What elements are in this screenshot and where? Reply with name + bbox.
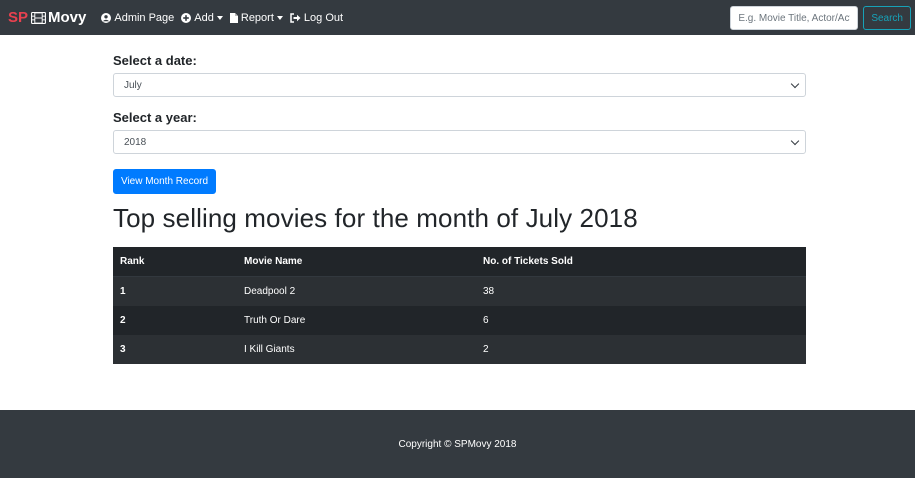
nav-admin-page-label: Admin Page bbox=[114, 11, 175, 24]
table-header-row: Rank Movie Name No. of Tickets Sold bbox=[113, 247, 806, 277]
film-icon bbox=[31, 11, 46, 24]
chevron-down-icon bbox=[790, 136, 800, 146]
brand-movy-text: Movy bbox=[48, 9, 87, 26]
nav-report-dropdown[interactable]: Report bbox=[229, 11, 283, 24]
page-footer: Copyright © SPMovy 2018 bbox=[0, 410, 915, 478]
brand-sp-text: SP bbox=[8, 9, 29, 26]
cell-rank: 3 bbox=[120, 344, 126, 355]
cell-tickets-sold: 6 bbox=[483, 315, 489, 326]
year-select[interactable]: 2018 bbox=[113, 130, 806, 154]
year-select-value: 2018 bbox=[124, 136, 147, 148]
cell-rank: 1 bbox=[120, 286, 126, 297]
caret-down-icon bbox=[276, 15, 283, 20]
cell-tickets-sold: 38 bbox=[483, 286, 495, 297]
year-select-label: Select a year: bbox=[113, 110, 197, 125]
search-button[interactable]: Search bbox=[863, 6, 911, 30]
chevron-down-icon bbox=[790, 79, 800, 89]
top-movies-table: Rank Movie Name No. of Tickets Sold 1 De… bbox=[113, 247, 806, 364]
header-movie-name: Movie Name bbox=[244, 256, 303, 267]
view-month-record-button[interactable]: View Month Record bbox=[113, 169, 216, 194]
copyright-text: Copyright © SPMovy 2018 bbox=[398, 438, 517, 450]
user-circle-icon bbox=[101, 12, 112, 23]
file-icon bbox=[229, 12, 238, 23]
sign-out-icon bbox=[290, 12, 301, 23]
cell-tickets-sold: 2 bbox=[483, 344, 489, 355]
nav-add-dropdown[interactable]: Add bbox=[181, 12, 223, 24]
month-select-value: July bbox=[124, 79, 142, 91]
nav-logout[interactable]: Log Out bbox=[290, 12, 343, 24]
month-select[interactable]: July bbox=[113, 73, 806, 97]
nav-logout-label: Log Out bbox=[303, 11, 344, 24]
caret-down-icon bbox=[216, 15, 223, 20]
brand-logo[interactable]: SP Movy bbox=[8, 9, 86, 26]
search-input[interactable] bbox=[730, 6, 859, 30]
table-row: 2 Truth Or Dare 6 bbox=[113, 306, 806, 335]
header-rank: Rank bbox=[120, 256, 145, 267]
header-tickets-sold: No. of Tickets Sold bbox=[483, 256, 573, 267]
plus-circle-icon bbox=[181, 12, 192, 23]
top-navbar: SP Movy Admin Page Add Report Log Out E.… bbox=[0, 0, 915, 35]
table-row: 1 Deadpool 2 38 bbox=[113, 277, 806, 306]
page-title: Top selling movies for the month of July… bbox=[113, 203, 638, 233]
cell-movie-name: I Kill Giants bbox=[244, 344, 295, 355]
cell-rank: 2 bbox=[120, 315, 126, 326]
date-select-label: Select a date: bbox=[113, 53, 197, 68]
cell-movie-name: Truth Or Dare bbox=[244, 315, 306, 326]
nav-report-label: Report bbox=[240, 11, 274, 24]
nav-admin-page[interactable]: Admin Page bbox=[101, 12, 174, 24]
nav-add-label: Add bbox=[194, 11, 214, 24]
table-row: 3 I Kill Giants 2 bbox=[113, 335, 806, 364]
search-form: Search bbox=[730, 6, 911, 30]
cell-movie-name: Deadpool 2 bbox=[244, 286, 296, 297]
